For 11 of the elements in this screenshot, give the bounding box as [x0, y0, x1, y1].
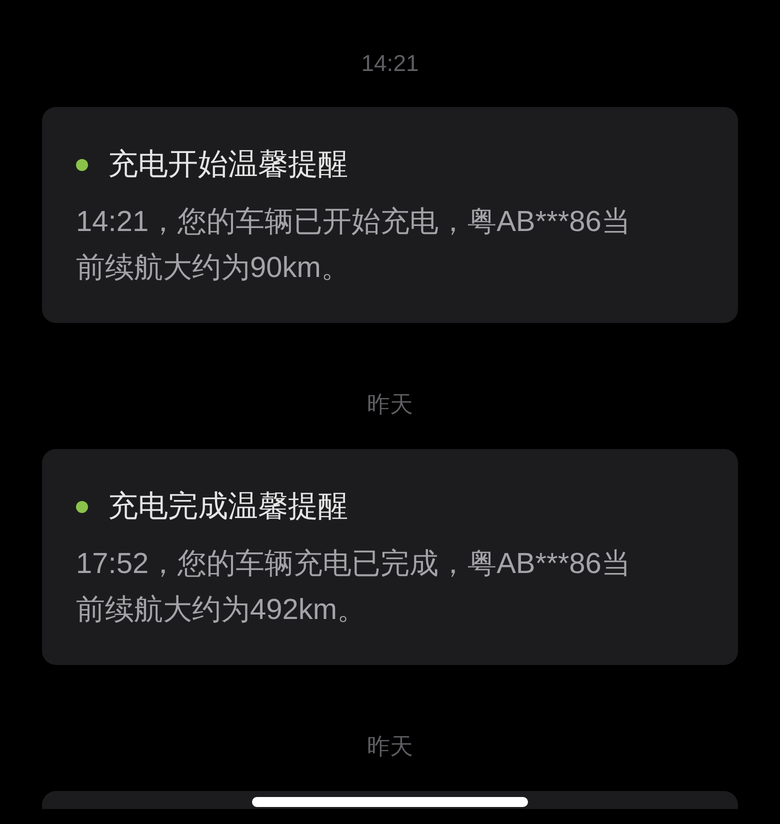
- message-body: 14:21，您的车辆已开始充电，粤AB***86当前续航大约为90km。: [76, 205, 632, 286]
- message-title: 充电开始温馨提醒: [108, 147, 348, 183]
- message-title: 充电完成温馨提醒: [108, 489, 348, 525]
- message-card[interactable]: 充电开始温馨提醒 14:21，您的车辆已开始充电，粤AB***86当前续航大约为90km。: [42, 107, 738, 323]
- message-card[interactable]: 充电完成温馨提醒 17:52，您的车辆充电已完成，粤AB***86当前续航大约为492km。: [42, 449, 738, 665]
- status-dot-icon: [76, 501, 88, 513]
- date-label: 昨天: [367, 390, 413, 419]
- status-dot-icon: [76, 159, 88, 171]
- date-label: 14:21: [361, 49, 419, 78]
- message-body: 17:52，您的车辆充电已完成，粤AB***86当前续航大约为492km。: [76, 547, 632, 628]
- date-label: 昨天: [367, 732, 413, 761]
